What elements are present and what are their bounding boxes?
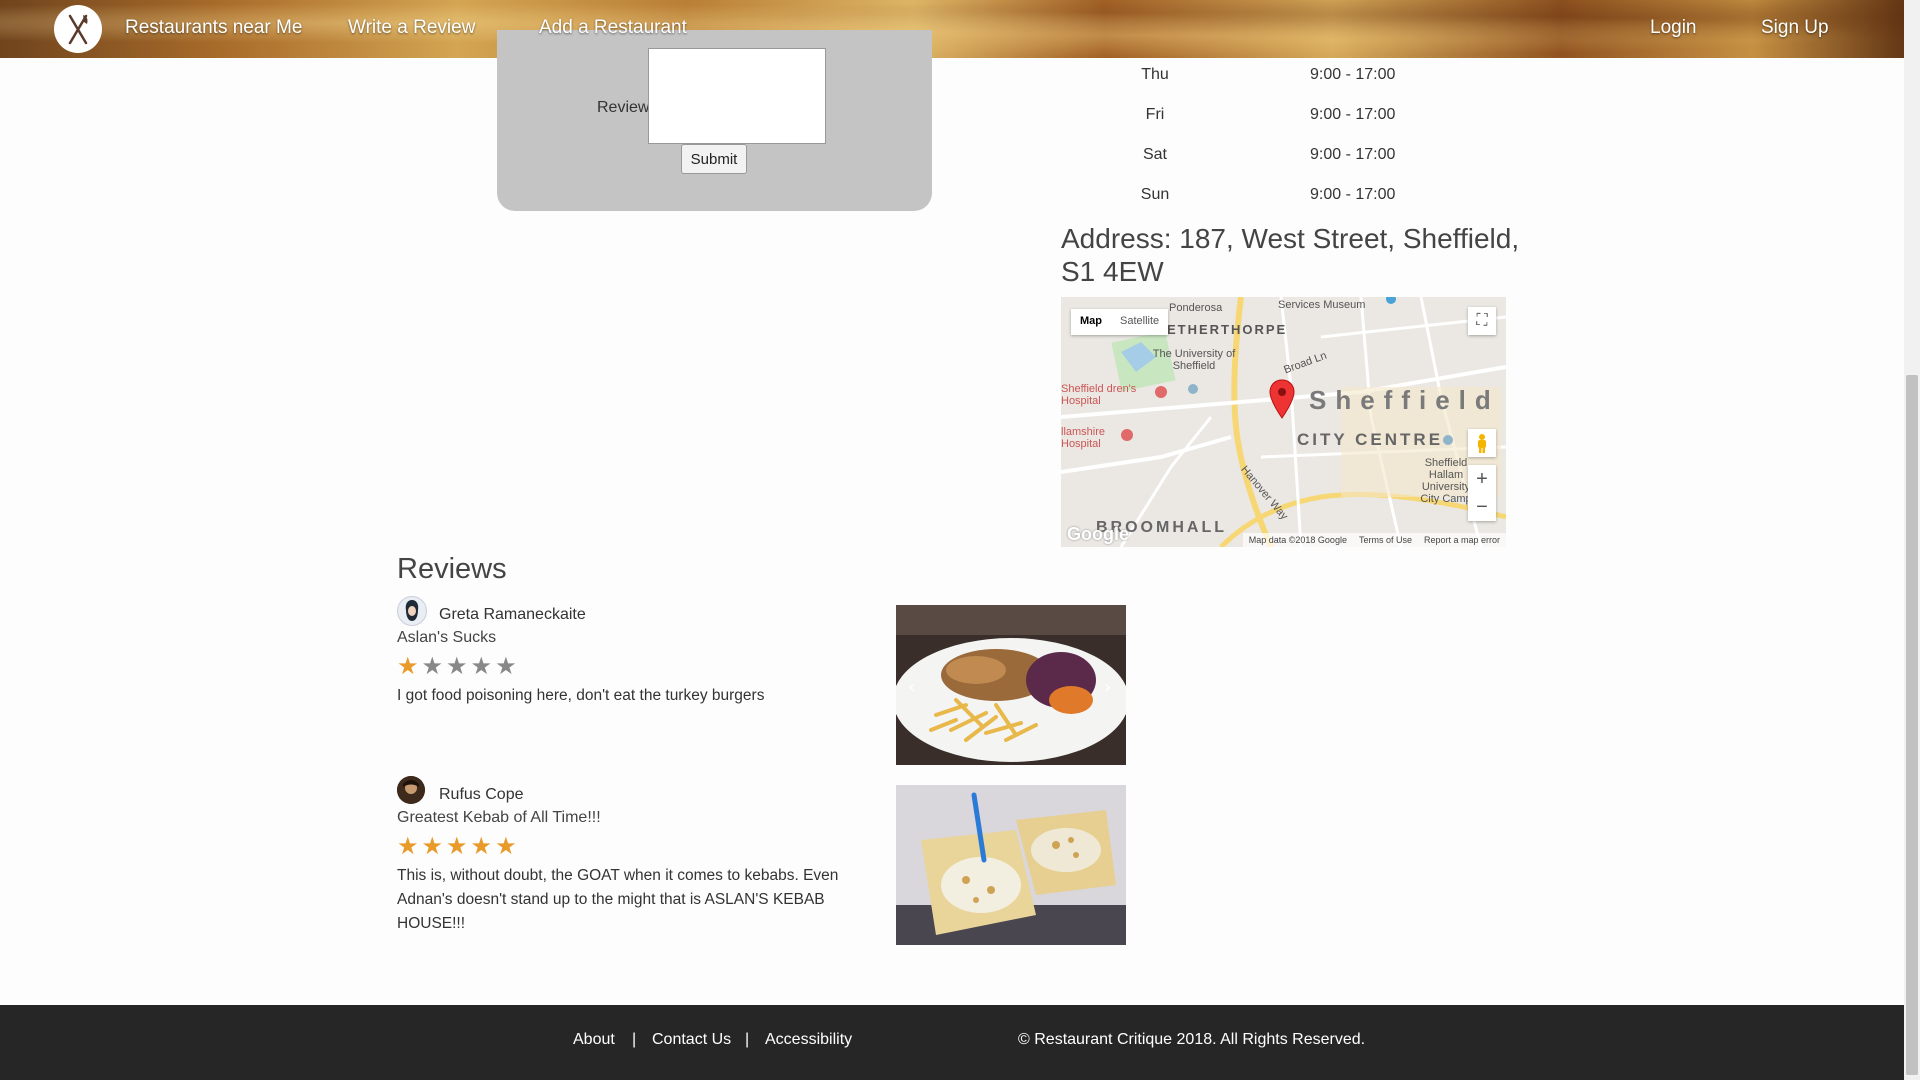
footer-separator: | <box>632 1031 637 1048</box>
avatar <box>397 776 425 804</box>
review-title: Aslan's Sucks <box>397 629 497 646</box>
nav-write-review[interactable]: Write a Review <box>348 17 475 39</box>
star-icon: ★ <box>446 653 468 680</box>
hours-time: 9:00 - 17:00 <box>1310 186 1396 203</box>
star-icon: ★ <box>421 653 444 680</box>
submit-button[interactable]: Submit <box>681 144 747 174</box>
avatar <box>397 596 427 626</box>
restaurant-address: Address: 187, West Street, Sheffield, S1… <box>1061 223 1520 287</box>
map-label: ETHERTHORPE <box>1167 322 1288 337</box>
review-title: Greatest Kebab of All Time!!! <box>397 809 601 826</box>
map-embed[interactable]: Ponderosa Services Museum ETHERTHORPE Th… <box>1061 297 1506 547</box>
map-label: Ponderosa <box>1169 302 1223 314</box>
map-label: The University of Sheffield <box>1152 348 1236 372</box>
footer-copyright: © Restaurant Critique 2018. All Rights R… <box>1018 1031 1366 1048</box>
hours-day: Thu <box>1141 66 1169 83</box>
map-zoom-control: + − <box>1468 465 1496 521</box>
food-photo-boxes <box>896 785 1126 945</box>
pegman-icon[interactable] <box>1468 429 1496 457</box>
hours-day: Sat <box>1142 146 1167 163</box>
map-type-toggle[interactable]: Map Satellite <box>1071 309 1169 335</box>
map-type-map[interactable]: Map <box>1071 309 1111 335</box>
fullscreen-icon[interactable]: ⛶ <box>1468 307 1496 335</box>
google-logo: Google <box>1067 524 1129 544</box>
map-label: Sheffield dren's Hospital <box>1061 383 1137 407</box>
reviewer-name: Rufus Cope <box>439 786 524 803</box>
map-pin-icon[interactable] <box>1269 379 1295 419</box>
review-form: Review Submit <box>497 30 932 211</box>
navbar: Restaurants near Me Write a Review Add a… <box>0 0 1904 58</box>
star-icon: ★ <box>470 833 493 860</box>
nav-restaurants-near-me[interactable]: Restaurants near Me <box>125 17 302 39</box>
zoom-in-icon[interactable]: + <box>1468 465 1496 493</box>
nav-signup[interactable]: Sign Up <box>1761 17 1829 39</box>
scrollbar-thumb[interactable] <box>1906 375 1918 1075</box>
star-icon: ★ <box>397 833 419 860</box>
map-label: Services Museum <box>1278 299 1366 311</box>
food-photo-plate: ‹ › <box>896 605 1126 765</box>
review-body: This is, without doubt, the GOAT when it… <box>397 867 839 932</box>
hours-time: 9:00 - 17:00 <box>1310 66 1396 83</box>
star-icon: ★ <box>470 653 493 680</box>
map-terms-link[interactable]: Terms of Use <box>1359 535 1412 545</box>
footer-about-link[interactable]: About <box>573 1031 615 1049</box>
review-photo-carousel[interactable]: ‹ › <box>896 605 1126 765</box>
review-card: Rufus Cope Greatest Kebab of All Time!!!… <box>397 776 877 936</box>
hours-time: 9:00 - 17:00 <box>1310 146 1396 163</box>
review-label: Review <box>597 99 650 116</box>
nav-add-restaurant[interactable]: Add a Restaurant <box>539 17 687 39</box>
hours-row: Thu 9:00 - 17:00 <box>1110 66 1410 96</box>
star-rating: ★ ★ ★ ★ ★ <box>397 654 517 680</box>
star-rating: ★ ★ ★ ★ ★ <box>397 834 517 860</box>
reviewer-name: Greta Ramaneckaite <box>439 606 586 623</box>
map-type-satellite[interactable]: Satellite <box>1111 309 1168 335</box>
zoom-out-icon[interactable]: − <box>1468 493 1496 521</box>
footer: About | Contact Us | Accessibility © Res… <box>0 1005 1904 1080</box>
carousel-next-icon: › <box>1104 677 1111 698</box>
footer-contact-link[interactable]: Contact Us <box>652 1031 731 1049</box>
star-icon: ★ <box>397 653 419 680</box>
hours-day: Fri <box>1145 106 1165 123</box>
hours-time: 9:00 - 17:00 <box>1310 106 1396 123</box>
footer-separator: | <box>745 1031 750 1048</box>
review-card: Greta Ramaneckaite Aslan's Sucks ★ ★ ★ ★ ★ I… <box>397 596 877 746</box>
star-icon: ★ <box>495 833 517 860</box>
carousel-prev-icon: ‹ <box>908 677 915 698</box>
map-city-label: Sheffield <box>1309 385 1500 415</box>
hours-day: Sun <box>1140 186 1170 203</box>
map-footer: Map data ©2018 Google Terms of Use Repor… <box>1242 533 1506 547</box>
star-icon: ★ <box>446 833 468 860</box>
map-label: llamshire Hospital <box>1061 426 1106 450</box>
page-scrollbar[interactable] <box>1904 0 1920 1080</box>
fork-knife-icon <box>68 14 88 45</box>
map-data-text: Map data ©2018 Google <box>1248 535 1347 545</box>
review-body: I got food poisoning here, don't eat the… <box>397 687 765 704</box>
reviews-heading: Reviews <box>397 553 507 585</box>
nav-login[interactable]: Login <box>1650 17 1697 39</box>
hours-row: Sat 9:00 - 17:00 <box>1110 146 1410 176</box>
footer-accessibility-link[interactable]: Accessibility <box>765 1031 852 1049</box>
map-centre-label: CITY CENTRE <box>1297 430 1444 449</box>
map-report-link[interactable]: Report a map error <box>1424 535 1500 545</box>
star-icon: ★ <box>495 653 517 680</box>
hours-row: Fri 9:00 - 17:00 <box>1110 106 1410 136</box>
review-textarea[interactable] <box>648 48 826 144</box>
logo[interactable] <box>54 5 102 53</box>
review-photo-carousel[interactable] <box>896 785 1126 945</box>
hours-row: Sun 9:00 - 17:00 <box>1110 186 1410 216</box>
star-icon: ★ <box>421 833 444 860</box>
